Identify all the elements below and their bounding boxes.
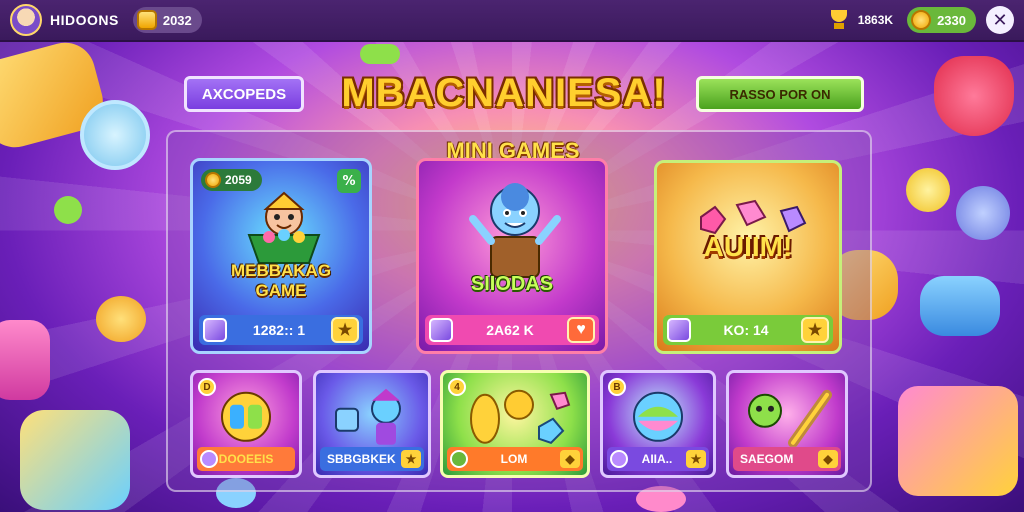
character-icon bbox=[335, 388, 401, 445]
card-label: SBBGBKEK bbox=[327, 452, 396, 466]
gem-value: 2330 bbox=[937, 12, 966, 28]
game-title-line2: GAME bbox=[255, 281, 307, 300]
small-game-card[interactable]: SAEGOM ◆ bbox=[726, 370, 848, 478]
star-icon[interactable]: ★ bbox=[331, 317, 359, 343]
candy-decoration bbox=[54, 196, 82, 224]
footer-value: KO: 14 bbox=[723, 322, 769, 338]
small-game-card[interactable]: D DOOEEIS bbox=[190, 370, 302, 478]
left-header-button[interactable]: AXCOPEDS bbox=[184, 76, 304, 112]
badge-value: 2059 bbox=[225, 173, 252, 187]
featured-game-card[interactable]: SIIODAS 2A62 K ♥ bbox=[416, 158, 608, 354]
brand-name: HIDOONS bbox=[50, 12, 119, 28]
candy-decoration bbox=[906, 168, 950, 212]
heart-icon[interactable]: ♥ bbox=[567, 317, 595, 343]
card-footer: SBBGBKEK ★ bbox=[320, 447, 424, 471]
card-footer: 2A62 K ♥ bbox=[425, 315, 599, 345]
card-footer: KO: 14 ★ bbox=[663, 315, 833, 345]
candy-swirl-icon bbox=[221, 391, 271, 442]
card-badge: D bbox=[198, 378, 216, 396]
footer-value: 2A62 K bbox=[486, 322, 534, 338]
coin-icon bbox=[136, 10, 157, 30]
small-game-card[interactable]: 4 LOM ◆ bbox=[440, 370, 590, 478]
gem-icon bbox=[200, 450, 218, 468]
page-title: MBACNANIESA! bbox=[341, 71, 667, 115]
top-bar: HIDOONS 2032 1863K 2330 ✕ bbox=[0, 0, 1024, 42]
coin-value: 2032 bbox=[162, 12, 192, 28]
candy-decoration bbox=[934, 56, 1014, 136]
gem-icon bbox=[911, 10, 932, 30]
featured-game-card[interactable]: AUIIM! KO: 14 ★ bbox=[654, 160, 842, 354]
footer-value: 1282:: 1 bbox=[252, 322, 306, 338]
avatar[interactable] bbox=[10, 4, 42, 36]
orb-icon bbox=[633, 391, 683, 442]
card-label: LOM bbox=[500, 452, 528, 466]
candy-decoration bbox=[0, 320, 50, 400]
character-basket-icon bbox=[247, 191, 321, 264]
coin-icon bbox=[205, 172, 221, 188]
candy-decoration bbox=[20, 410, 130, 510]
trophy-value: 1863K bbox=[857, 13, 894, 27]
star-icon[interactable]: ★ bbox=[685, 450, 706, 468]
small-game-card[interactable]: SBBGBKEK ★ bbox=[313, 370, 431, 478]
discount-icon: % bbox=[337, 169, 361, 193]
candy-decoration bbox=[898, 386, 1018, 496]
close-button[interactable]: ✕ bbox=[986, 6, 1014, 34]
gem-action-icon[interactable]: ◆ bbox=[559, 450, 580, 468]
candy-decoration bbox=[96, 296, 146, 342]
coin-counter[interactable]: 2032 bbox=[132, 7, 202, 33]
candy-decoration bbox=[920, 276, 1000, 336]
gem-icon bbox=[429, 318, 453, 342]
gem-counter[interactable]: 2330 bbox=[907, 7, 976, 33]
gem-icon bbox=[203, 318, 227, 342]
card-footer: LOM ◆ bbox=[447, 447, 583, 471]
right-header-button[interactable]: RASSO POR ON bbox=[696, 76, 864, 112]
character-icon bbox=[469, 183, 561, 278]
star-icon[interactable]: ★ bbox=[801, 317, 829, 343]
card-label: SAEGOM bbox=[740, 452, 794, 466]
featured-game-card[interactable]: 2059 % MEBBAKAG GAME 1282:: 1 ★ bbox=[190, 158, 372, 354]
candy-decoration bbox=[80, 100, 150, 170]
gold-candies-icon bbox=[470, 389, 571, 444]
game-title: SIIODAS bbox=[470, 273, 554, 295]
candy-decoration bbox=[956, 186, 1010, 240]
card-label: DOOEEIS bbox=[218, 452, 274, 466]
star-icon[interactable]: ★ bbox=[401, 450, 421, 468]
card-footer: DOOEEIS bbox=[197, 447, 295, 471]
card-footer: 1282:: 1 ★ bbox=[199, 315, 363, 345]
game-title: AUIIM! bbox=[703, 231, 793, 262]
card-footer: AIIA.. ★ bbox=[607, 447, 709, 471]
gem-action-icon[interactable]: ◆ bbox=[818, 450, 838, 468]
trophy-icon bbox=[828, 10, 850, 30]
card-label: AIIA.. bbox=[641, 452, 673, 466]
game-title-line1: MEBBAKAG bbox=[230, 261, 332, 280]
gem-icon bbox=[450, 450, 468, 468]
gem-icon bbox=[610, 450, 628, 468]
small-game-card[interactable]: B AIIA.. ★ bbox=[600, 370, 716, 478]
card-footer: SAEGOM ◆ bbox=[733, 447, 841, 471]
gem-icon bbox=[667, 318, 691, 342]
character-sword-icon bbox=[748, 389, 832, 447]
game-title: MEBBAKAG GAME bbox=[193, 261, 369, 301]
